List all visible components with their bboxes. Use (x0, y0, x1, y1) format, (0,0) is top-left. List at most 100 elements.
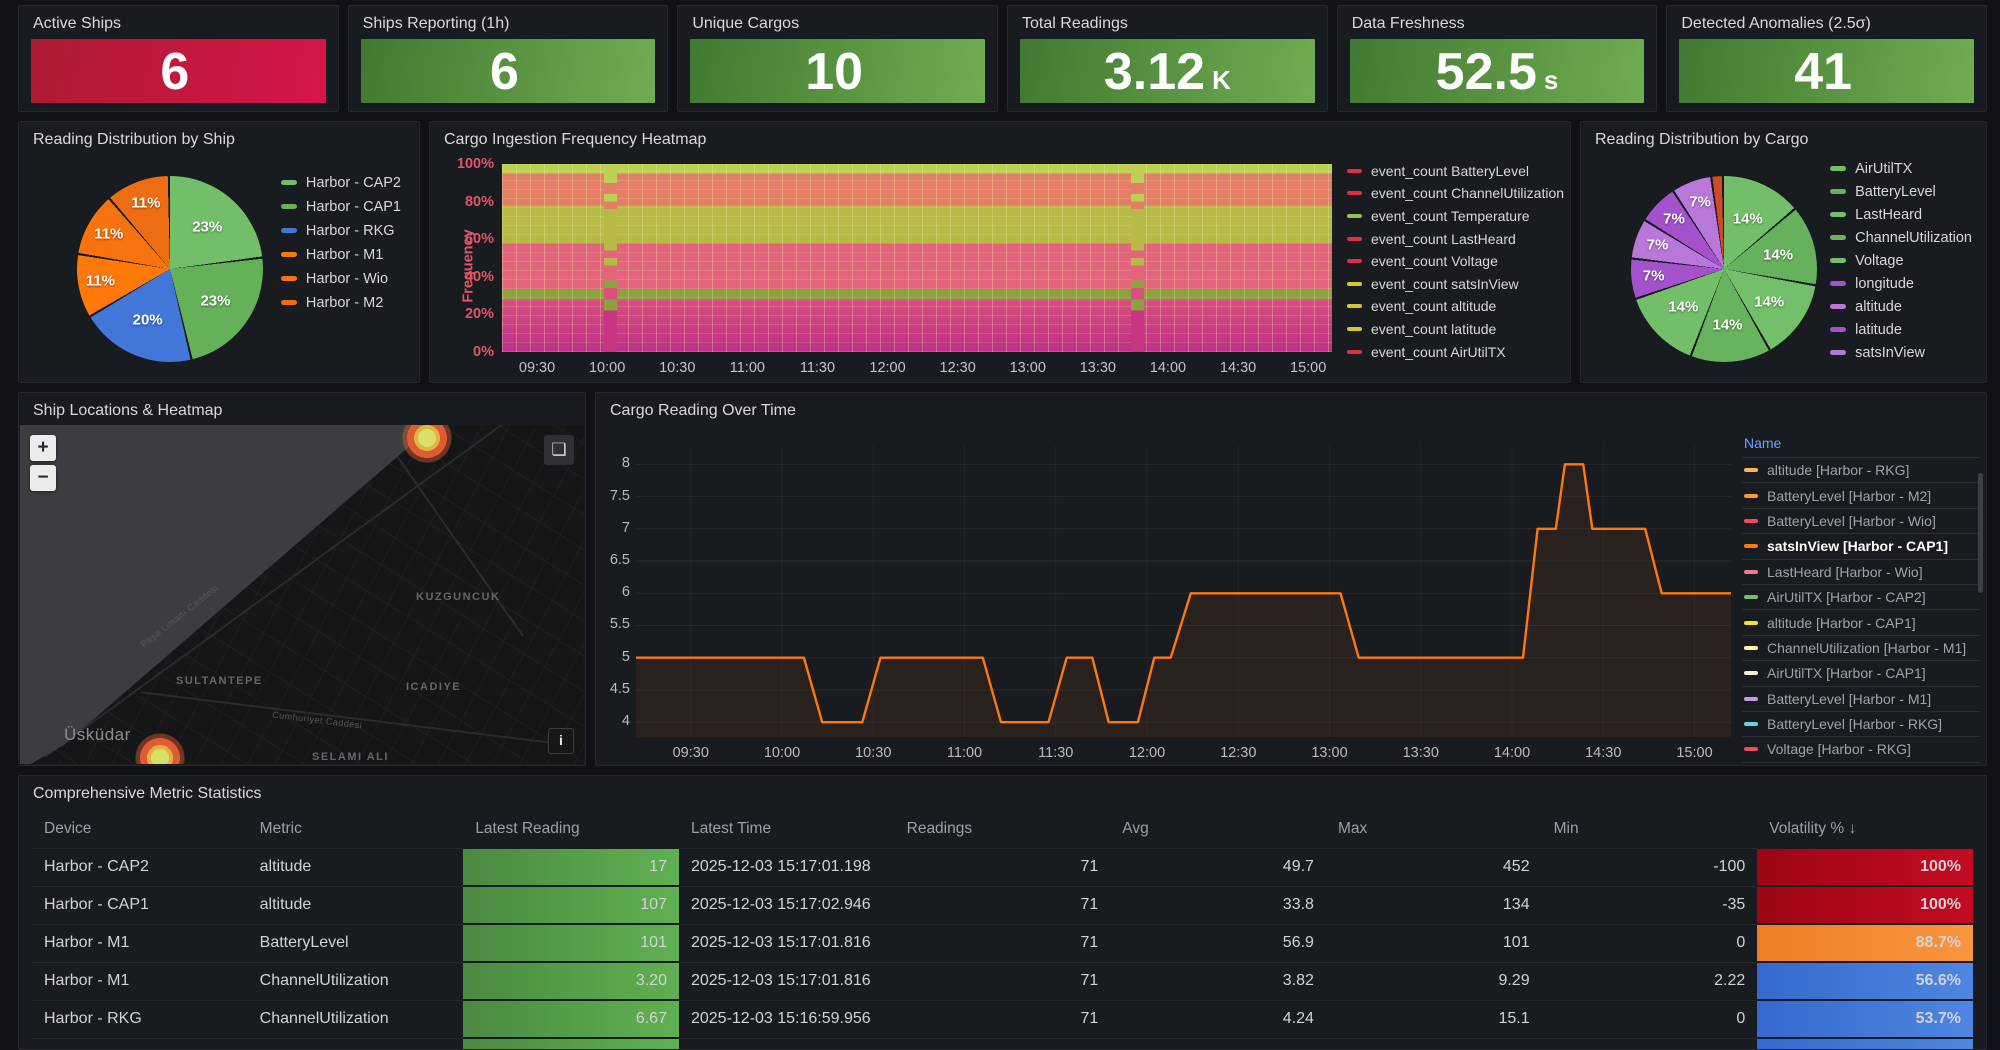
table-column-header[interactable]: Latest Reading (463, 811, 679, 848)
panel-title[interactable]: Total Readings (1008, 6, 1327, 35)
timeseries-legend-item[interactable]: satsInView [Harbor - CAP1] (1742, 533, 1980, 558)
legend-item[interactable]: altitude (1830, 296, 1972, 317)
legend-item[interactable]: latitude (1830, 319, 1972, 340)
legend-label: altitude (1855, 299, 1902, 315)
table-cell: 17 (463, 848, 679, 886)
heatmap-y-tick: 0% (448, 344, 494, 360)
legend-item[interactable]: Voltage (1830, 250, 1972, 271)
timeseries-legend-item[interactable]: Temperature [Harbor - CAP1] (1742, 762, 1980, 766)
table-column-header[interactable]: Device (32, 811, 248, 848)
panel-title[interactable]: Cargo Ingestion Frequency Heatmap (430, 122, 1570, 151)
legend-item[interactable]: event_count altitude (1347, 296, 1564, 318)
legend-label: BatteryLevel [Harbor - M1] (1767, 691, 1931, 707)
panel-title[interactable]: Active Ships (19, 6, 338, 35)
timeseries-legend-item[interactable]: ChannelUtilization [Harbor - M1] (1742, 635, 1980, 660)
legend-name-header[interactable]: Name (1742, 433, 1980, 457)
legend-label: Harbor - RKG (306, 223, 395, 239)
legend-item[interactable]: AirUtilTX (1830, 158, 1972, 179)
map-zoom-out-button[interactable]: − (30, 465, 56, 491)
table-column-header[interactable]: Min (1542, 811, 1758, 848)
timeseries-legend-item[interactable]: Voltage [Harbor - RKG] (1742, 736, 1980, 761)
legend-color-chip (281, 252, 297, 257)
legend-item[interactable]: Harbor - M1 (281, 244, 401, 265)
legend-scrollbar[interactable] (1978, 437, 1983, 737)
legend-item[interactable]: event_count AirUtilTX (1347, 341, 1564, 363)
legend-item[interactable]: longitude (1830, 273, 1972, 294)
table-column-header[interactable]: Max (1326, 811, 1542, 848)
panel-title[interactable]: Cargo Reading Over Time (596, 393, 1986, 422)
table-cell: 6.67 (463, 1000, 679, 1038)
legend-label: ChannelUtilization (1855, 230, 1972, 246)
table-cell: Harbor - M1 (32, 924, 248, 962)
timeseries-x-tick: 10:00 (757, 745, 807, 761)
legend-item[interactable]: BatteryLevel (1830, 181, 1972, 202)
timeseries-legend-item[interactable]: BatteryLevel [Harbor - M2] (1742, 482, 1980, 507)
legend-item[interactable]: Harbor - RKG (281, 220, 401, 241)
table-column-header[interactable]: Avg (1110, 811, 1326, 848)
stat-value-box: 10 (690, 39, 985, 103)
map-info-icon[interactable]: i (548, 728, 574, 754)
panel-title[interactable]: Unique Cargos (678, 6, 997, 35)
table-cell: 3.09 (1542, 1038, 1758, 1050)
table-column-header[interactable]: Metric (248, 811, 464, 848)
heatmap-disruption-column (1131, 164, 1144, 352)
legend-color-chip (1830, 258, 1846, 263)
table-column-header[interactable]: Latest Time (679, 811, 895, 848)
timeseries-legend-item[interactable]: AirUtilTX [Harbor - CAP2] (1742, 584, 1980, 609)
timeseries-legend-item[interactable]: BatteryLevel [Harbor - M1] (1742, 686, 1980, 711)
heatmap-x-tick: 12:00 (865, 360, 911, 376)
legend-color-chip (1347, 191, 1362, 195)
legend-item[interactable]: ChannelUtilization (1830, 227, 1972, 248)
table-cell: 107 (463, 886, 679, 924)
map-layers-icon[interactable]: ❏ (544, 435, 574, 465)
panel-title[interactable]: Ships Reporting (1h) (349, 6, 668, 35)
geomap[interactable]: KUZGUNCUKSULTANTEPEICADIYEÜsküdarSELAMI … (20, 425, 584, 764)
legend-label: BatteryLevel [Harbor - M2] (1767, 488, 1931, 504)
legend-item[interactable]: event_count Voltage (1347, 250, 1564, 272)
table-column-header[interactable]: Readings (895, 811, 1111, 848)
panel-title[interactable]: Ship Locations & Heatmap (19, 393, 585, 422)
pie-cargo-legend: AirUtilTXBatteryLevelLastHeard ChannelUti… (1830, 158, 1972, 363)
map-place-label: SULTANTEPE (176, 675, 263, 687)
legend-item[interactable]: LastHeard (1830, 204, 1972, 225)
timeseries-legend-item[interactable]: altitude [Harbor - RKG] (1742, 457, 1980, 482)
table-header-row: DeviceMetricLatest ReadingLatest TimeRea… (32, 811, 1973, 848)
legend-item[interactable]: Harbor - M2 (281, 292, 401, 313)
table-column-header[interactable]: Volatility % ↓ (1757, 811, 1973, 848)
heatmap-x-tick: 10:30 (654, 360, 700, 376)
legend-label: ChannelUtilization [Harbor - M1] (1767, 640, 1966, 656)
legend-item[interactable]: event_count Temperature (1347, 205, 1564, 227)
legend-color-chip (1744, 621, 1758, 625)
legend-item[interactable]: event_count LastHeard (1347, 228, 1564, 250)
legend-item[interactable]: event_count BatteryLevel (1347, 160, 1564, 182)
table-cell: 49.7 (1110, 848, 1326, 886)
legend-item[interactable]: satsInView (1830, 342, 1972, 363)
panel-title[interactable]: Reading Distribution by Ship (19, 122, 419, 151)
panel-title[interactable]: Detected Anomalies (2.5σ) (1667, 6, 1986, 35)
legend-item[interactable]: event_count latitude (1347, 318, 1564, 340)
table-cell: 53.7% (1757, 1000, 1973, 1038)
legend-item[interactable]: event_count ChannelUtilization (1347, 183, 1564, 205)
timeseries-legend-item[interactable]: LastHeard [Harbor - Wio] (1742, 559, 1980, 584)
map-zoom-in-button[interactable]: + (30, 435, 56, 461)
legend-item[interactable]: Harbor - CAP1 (281, 196, 401, 217)
legend-label: Voltage [Harbor - RKG] (1767, 741, 1911, 757)
legend-item[interactable]: event_count satsInView (1347, 273, 1564, 295)
stat-value-box: 3.12 K (1020, 39, 1315, 103)
panel-title[interactable]: Data Freshness (1338, 6, 1657, 35)
table-cell: 52.2% (1757, 1038, 1973, 1050)
timeseries-legend-item[interactable]: altitude [Harbor - CAP1] (1742, 609, 1980, 634)
timeseries-legend-item[interactable]: AirUtilTX [Harbor - CAP1] (1742, 660, 1980, 685)
panel-title[interactable]: Comprehensive Metric Statistics (19, 776, 1986, 805)
heatmap-x-tick: 10:00 (584, 360, 630, 376)
panel-title[interactable]: Reading Distribution by Cargo (1581, 122, 1986, 151)
table-cell: 452 (1326, 848, 1542, 886)
timeseries-legend-item[interactable]: BatteryLevel [Harbor - RKG] (1742, 711, 1980, 736)
legend-item[interactable]: Harbor - CAP2 (281, 172, 401, 193)
timeseries-legend-item[interactable]: BatteryLevel [Harbor - Wio] (1742, 508, 1980, 533)
legend-label: event_count latitude (1371, 321, 1496, 337)
table-cell: 2.22 (1542, 962, 1758, 1000)
legend-scrollbar-thumb[interactable] (1978, 473, 1983, 593)
legend-item[interactable]: Harbor - Wio (281, 268, 401, 289)
legend-color-chip (1830, 327, 1846, 332)
